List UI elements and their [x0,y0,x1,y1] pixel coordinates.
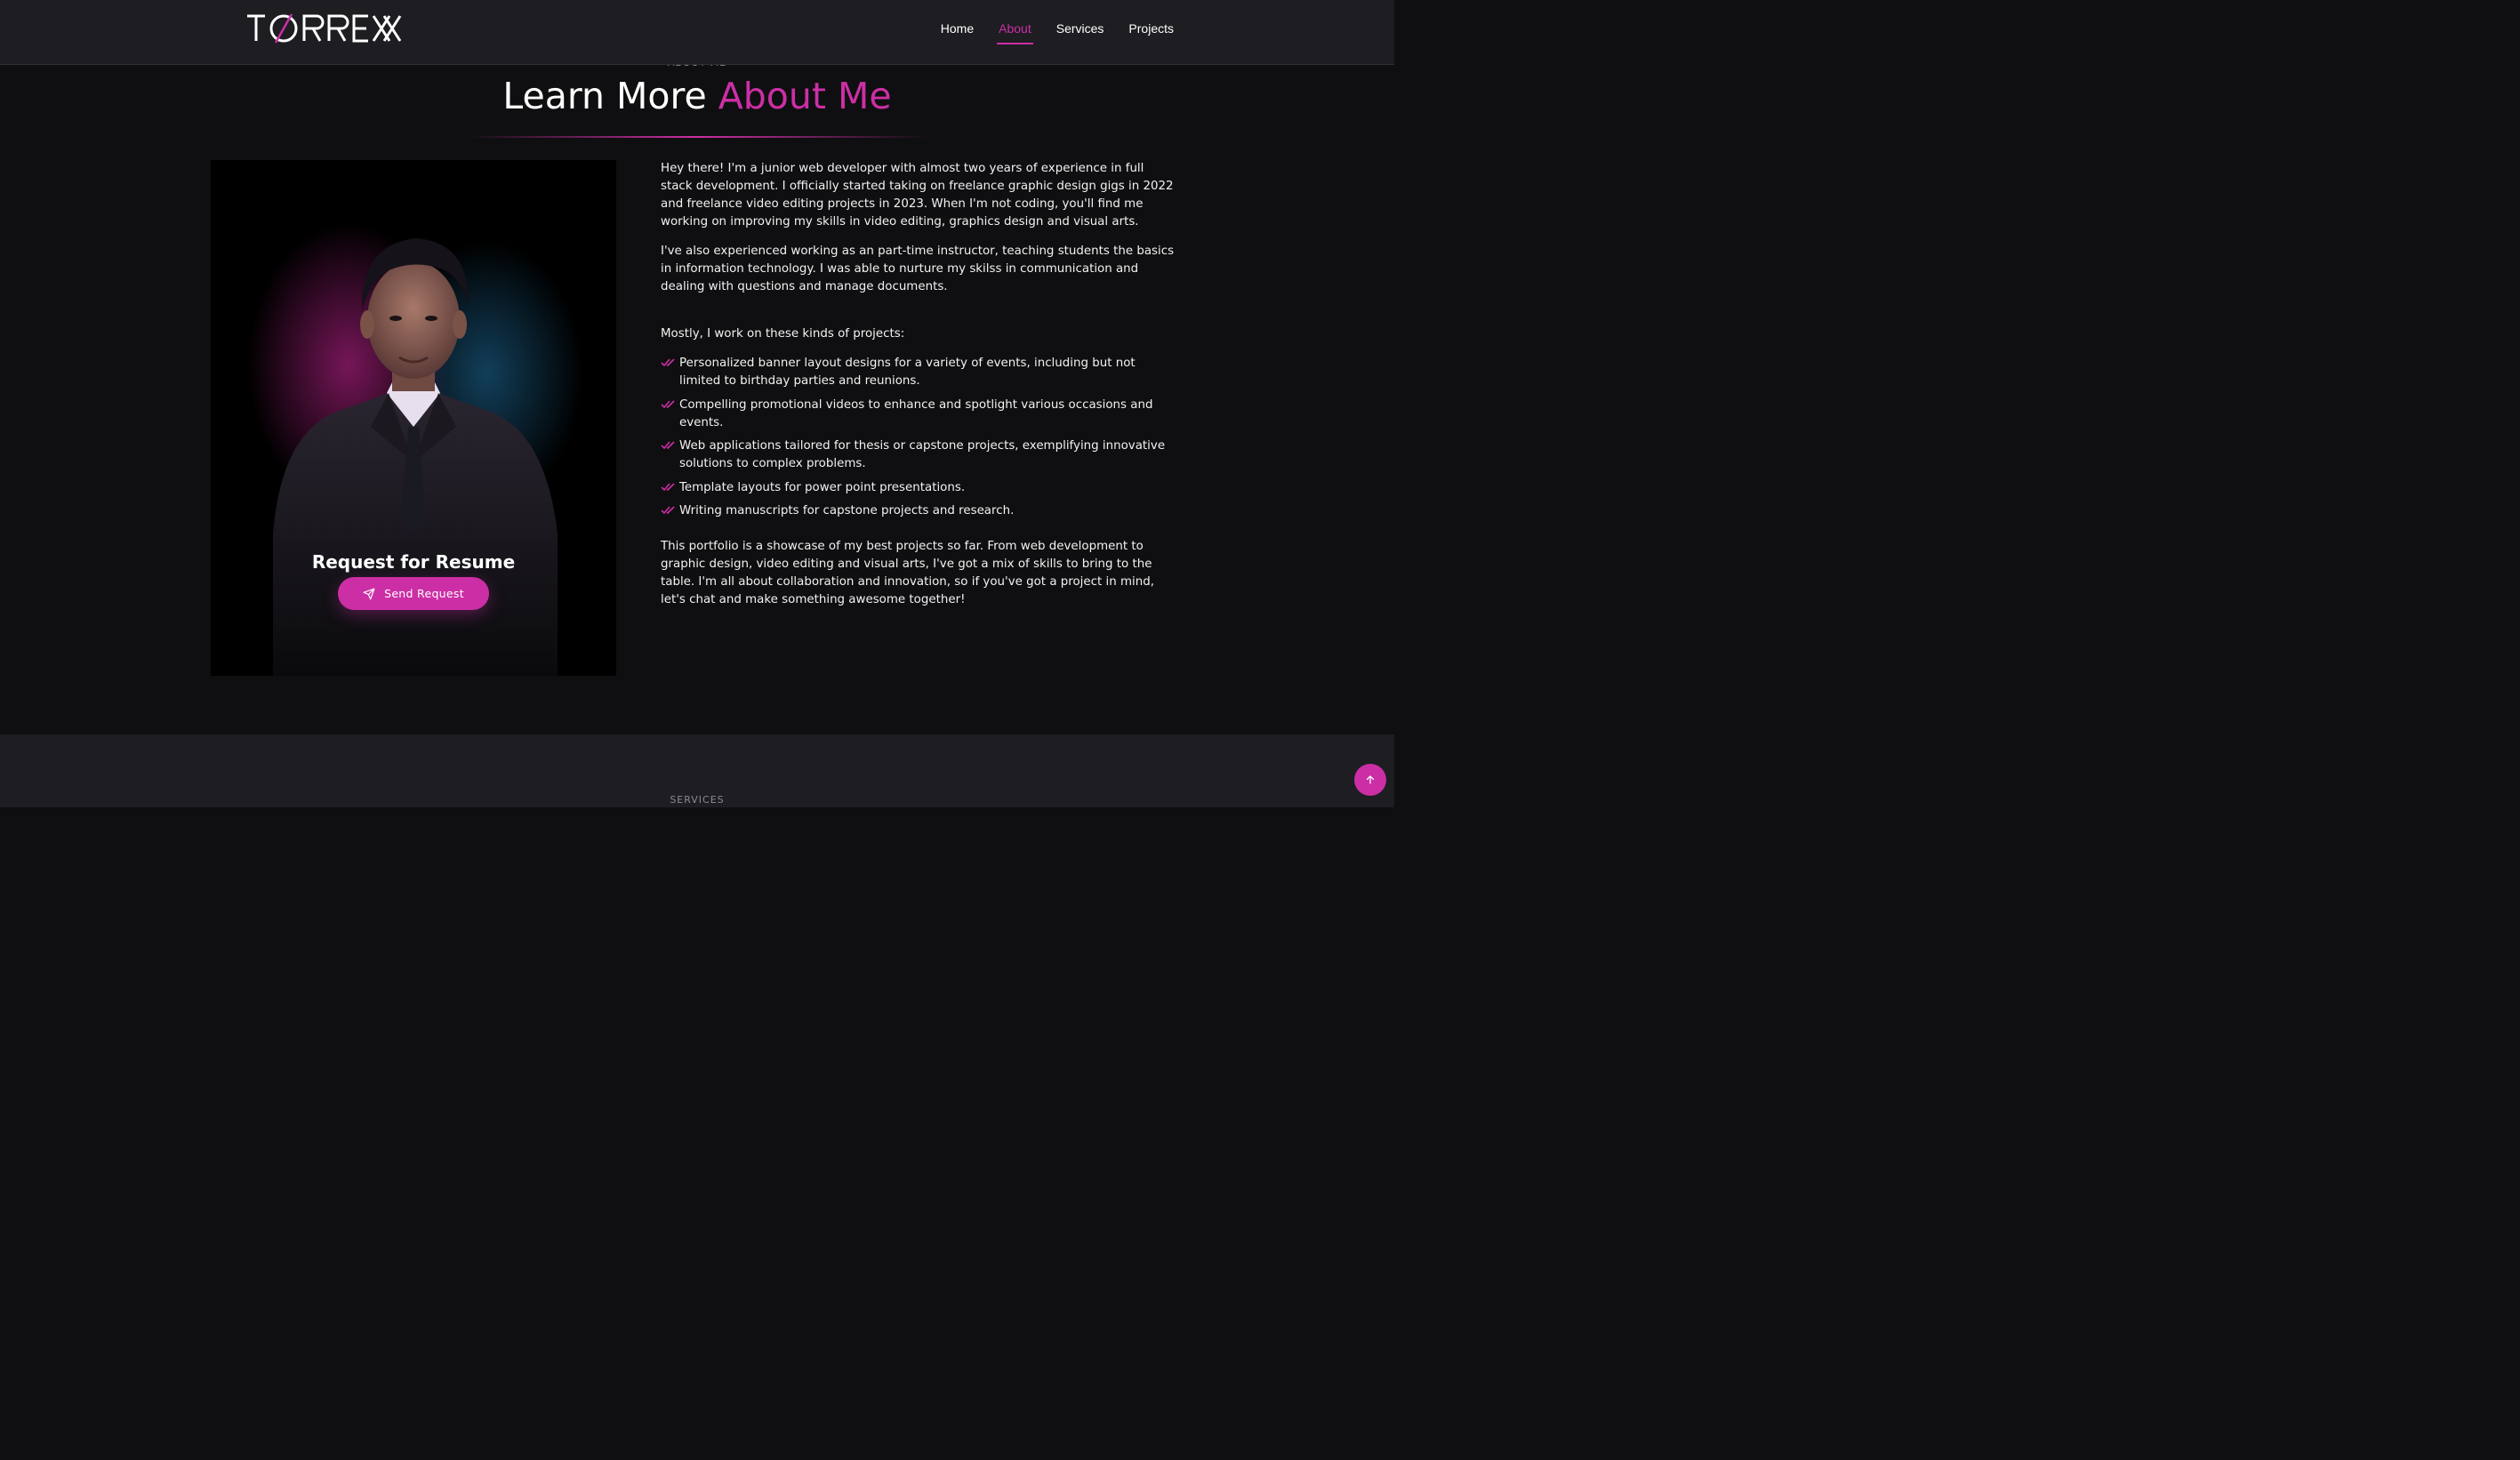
projects-intro: Mostly, I work on these kinds of project… [661,327,905,341]
nav-projects[interactable]: Projects [1128,21,1174,41]
nav-home[interactable]: Home [941,21,974,41]
logo-wordmark [247,13,402,44]
scroll-to-top-button[interactable] [1354,764,1386,796]
nav-about[interactable]: About [997,21,1033,44]
arrow-up-icon [1366,775,1375,784]
site-header: Home About Services Projects [0,0,1394,65]
double-check-icon [661,399,675,408]
main-nav: Home About Services Projects [941,21,1174,44]
about-title-accent: About Me [718,75,892,117]
project-item-text: Personalized banner layout designs for a… [679,357,1136,388]
send-request-button[interactable]: Send Request [338,577,489,610]
list-item: Compelling promotional videos to enhance… [661,397,1176,432]
double-check-icon [661,441,675,450]
paper-plane-icon [363,588,375,599]
send-request-label: Send Request [384,587,464,600]
about-title: Learn More About Me [0,75,1394,117]
nav-services[interactable]: Services [1056,21,1104,41]
portfolio-paragraph: This portfolio is a showcase of my best … [661,540,1154,606]
project-item-text: Compelling promotional videos to enhance… [679,397,1153,429]
project-item-text: Template layouts for power point present… [679,480,966,494]
projects-list: Personalized banner layout designs for a… [661,355,1176,526]
list-item: Writing manuscripts for capstone project… [661,502,1176,520]
double-check-icon [661,482,675,491]
experience-paragraph: I've also experienced working as an part… [661,245,1175,293]
profile-photo-card: Request for Resume Send Request [211,160,616,676]
intro-paragraph: Hey there! I'm a junior web developer wi… [661,162,1174,229]
resume-title: Request for Resume [311,551,516,573]
title-divider [466,136,928,138]
double-check-icon [661,358,675,367]
list-item: Personalized banner layout designs for a… [661,355,1176,390]
list-item: Web applications tailored for thesis or … [661,437,1176,473]
site-logo[interactable] [245,13,404,49]
project-item-text: Web applications tailored for thesis or … [679,439,1166,470]
project-item-text: Writing manuscripts for capstone project… [679,504,1015,517]
about-title-main: Learn More [502,75,718,117]
services-eyebrow: SERVICES [670,794,725,806]
list-item: Template layouts for power point present… [661,479,1176,497]
double-check-icon [661,506,675,515]
